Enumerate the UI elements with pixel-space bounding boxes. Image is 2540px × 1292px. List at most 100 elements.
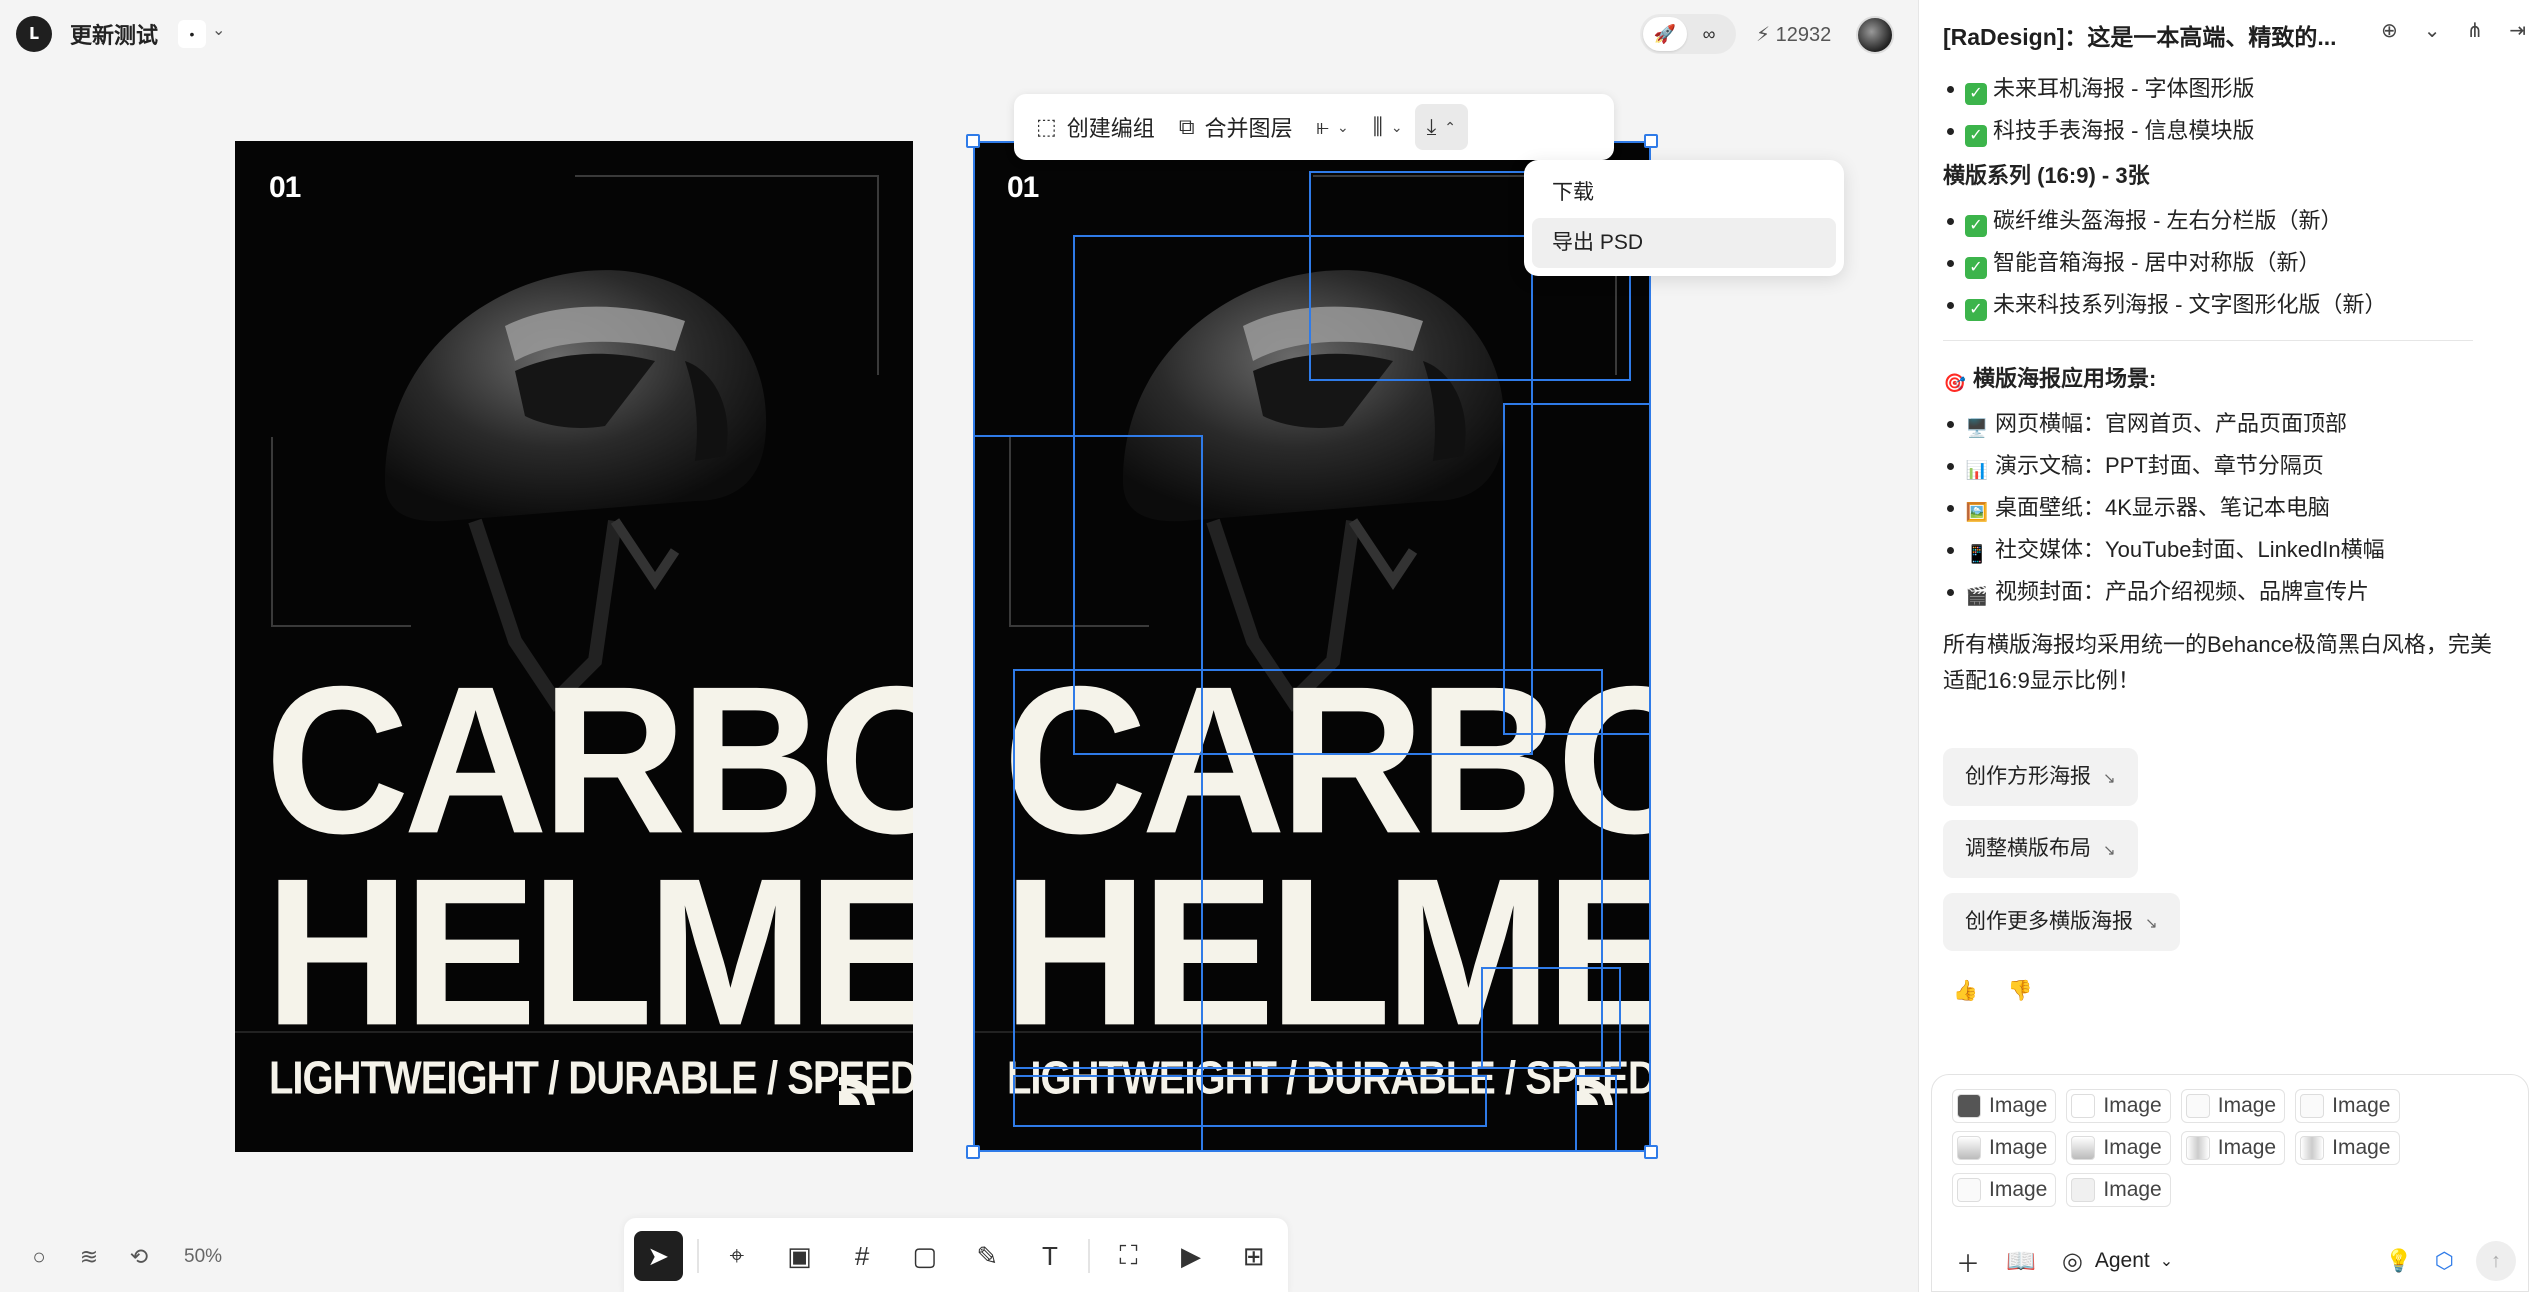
avatar[interactable] xyxy=(1856,16,1894,54)
ai-image-icon[interactable]: ⛶ xyxy=(1104,1231,1153,1281)
picture-icon: 🖼️ xyxy=(1965,502,1989,522)
list-item: 🖼️ 桌面壁纸：4K显示器、笔记本电脑 xyxy=(1943,487,2503,529)
image-chip[interactable]: Image xyxy=(2066,1089,2171,1123)
chip-label: Image xyxy=(2332,1136,2391,1159)
rectangle-icon[interactable]: ▢ xyxy=(900,1231,949,1281)
infinity-icon[interactable]: ∞ xyxy=(1687,17,1731,51)
image-chip[interactable]: Image xyxy=(2295,1131,2400,1165)
poster-headline-2: HELMET xyxy=(265,835,913,1070)
image-chip[interactable]: Image xyxy=(2295,1089,2400,1123)
list-item: ✓ 科技手表海报 - 信息模块版 xyxy=(1943,110,2503,152)
credits-counter[interactable]: ⚡ 12932 xyxy=(1756,22,1831,47)
image-chip[interactable]: Image xyxy=(2180,1089,2286,1123)
select-tool-icon[interactable]: ➤ xyxy=(634,1231,683,1281)
menu-item-download[interactable]: 下载 xyxy=(1532,168,1836,218)
history-icon[interactable]: ⟲ xyxy=(126,1244,152,1270)
clapper-icon: 🎬 xyxy=(1965,586,1989,606)
chevron-down-icon: ⌄ xyxy=(1336,118,1349,135)
pen-icon[interactable]: ✎ xyxy=(963,1231,1012,1281)
share-icon[interactable]: ⋔ xyxy=(2467,18,2484,43)
align-button[interactable]: ⫦ ⌄ xyxy=(1305,104,1361,150)
image-thumbnail xyxy=(1957,1136,1981,1160)
project-badge[interactable]: • xyxy=(178,20,206,48)
project-title[interactable]: 更新测试 xyxy=(70,18,158,50)
selection-toolbar: ⬚ 创建编组 ⧉ 合并图层 ⫦ ⌄ ⫼ ⌄ ⤓ ⌃ xyxy=(1014,94,1614,160)
image-chip[interactable]: Image xyxy=(2180,1131,2286,1165)
book-icon[interactable]: 📖 xyxy=(2006,1247,2036,1276)
image-chip[interactable]: Image xyxy=(2066,1173,2171,1207)
download-button[interactable]: ⤓ ⌃ xyxy=(1414,104,1469,150)
top-bar: ᒪ 更新测试 • ⌄ 🚀 ∞ ⚡ 12932 xyxy=(0,0,1918,70)
chevron-down-icon[interactable]: ⌄ xyxy=(2424,18,2441,43)
suggestion-button[interactable]: 创作方形海报 ↘ xyxy=(1943,748,2138,806)
tool-bar: ➤ ⌖ ▣ # ▢ ✎ T ⛶ ▶ ⊞ xyxy=(624,1218,1288,1292)
resize-handle[interactable] xyxy=(1644,1145,1658,1159)
collapse-panel-icon[interactable]: ⇥ xyxy=(2509,18,2526,43)
create-group-button[interactable]: ⬚ 创建编组 xyxy=(1024,104,1167,150)
frame-icon[interactable]: # xyxy=(838,1231,887,1281)
image-thumbnail xyxy=(1957,1178,1981,1202)
thumbs-down-icon[interactable]: 👎 xyxy=(2008,978,2033,1003)
suggestion-button[interactable]: 调整横版布局 ↘ xyxy=(1943,820,2138,878)
image-upload-icon[interactable]: ▣ xyxy=(775,1231,824,1281)
circle-icon[interactable]: ○ xyxy=(26,1244,52,1270)
poster-left[interactable]: 01 CARBON HELMET LIGHTWEIGHT / DURABLE /… xyxy=(235,141,913,1152)
image-chip[interactable]: Image xyxy=(1952,1131,2057,1165)
poster-right[interactable]: 01 CARBON HELMET LIGHTWEIGHT / DURABLE /… xyxy=(973,141,1651,1152)
chevron-down-icon: ⌄ xyxy=(1390,118,1403,135)
checkmark-icon: ✓ xyxy=(1965,83,1987,105)
list-item-text: 智能音箱海报 - 居中对称版（新） xyxy=(1993,250,2321,275)
suggestion-button[interactable]: 创作更多横版海报 ↘ xyxy=(1943,893,2180,951)
lightbulb-icon[interactable]: 💡 xyxy=(2385,1248,2412,1274)
list-item-text: 网页横幅：官网首页、产品页面顶部 xyxy=(1995,411,2348,436)
mode-toggle[interactable]: 🚀 ∞ xyxy=(1640,14,1736,54)
list-item: ✓ 未来科技系列海报 - 文字图形化版（新） xyxy=(1943,284,2503,326)
arrow-down-right-icon: ↘ xyxy=(2103,842,2116,859)
list-a: ✓ 未来耳机海报 - 字体图形版 ✓ 科技手表海报 - 信息模块版 xyxy=(1943,68,2503,152)
layer-outline[interactable] xyxy=(1575,1075,1617,1152)
plus-icon[interactable]: ＋ xyxy=(1956,1244,1980,1279)
chat-title: [RaDesign]：这是一本高端、精致的... xyxy=(1943,24,2337,50)
list-item: 🎬 视频封面：产品介绍视频、品牌宣传片 xyxy=(1943,571,2503,613)
pin-icon[interactable]: ⌖ xyxy=(713,1231,762,1281)
list-item-text: 演示文稿：PPT封面、章节分隔页 xyxy=(1995,453,2324,478)
layer-outline[interactable] xyxy=(1013,1075,1487,1127)
layers-icon[interactable]: ≋ xyxy=(76,1244,102,1270)
new-chat-icon[interactable]: ⊕ xyxy=(2381,18,2398,43)
image-chip[interactable]: Image xyxy=(2066,1131,2171,1165)
canvas-area[interactable]: ᒪ 更新测试 • ⌄ 🚀 ∞ ⚡ 12932 01 CARB HELM LIGH… xyxy=(0,0,1918,1292)
ai-edit-icon[interactable]: ⊞ xyxy=(1229,1231,1278,1281)
resize-handle[interactable] xyxy=(1644,134,1658,148)
chip-label: Image xyxy=(1989,1094,2048,1117)
list-item-text: 科技手表海报 - 信息模块版 xyxy=(1993,118,2255,143)
rocket-icon[interactable]: 🚀 xyxy=(1643,17,1687,51)
phone-icon: 📱 xyxy=(1965,544,1989,564)
layer-outline[interactable] xyxy=(1481,967,1621,1069)
download-menu: 下载 导出 PSD xyxy=(1524,160,1844,276)
text-icon[interactable]: T xyxy=(1026,1231,1075,1281)
distribute-button[interactable]: ⫼ ⌄ xyxy=(1361,104,1415,150)
image-chip[interactable]: Image xyxy=(1952,1089,2057,1123)
composer-right-actions: 💡 ⬡ ↑ xyxy=(2385,1241,2516,1281)
list-item: 📊 演示文稿：PPT封面、章节分隔页 xyxy=(1943,445,2503,487)
menu-item-export-psd[interactable]: 导出 PSD xyxy=(1532,218,1836,268)
thumbs-up-icon[interactable]: 👍 xyxy=(1953,978,1978,1003)
message-composer[interactable]: Image Image Image Image Image Image Imag… xyxy=(1931,1074,2529,1292)
image-thumbnail xyxy=(2071,1178,2096,1202)
target-icon: 🎯 xyxy=(1943,373,1967,393)
chevron-down-icon[interactable]: ⌄ xyxy=(212,20,225,40)
agent-selector[interactable]: ◎ Agent ⌄ xyxy=(2062,1247,2173,1276)
resize-handle[interactable] xyxy=(966,134,980,148)
section-heading: 横版系列 (16:9) - 3张 xyxy=(1943,163,2150,188)
send-button[interactable]: ↑ xyxy=(2476,1241,2516,1281)
list-item-text: 碳纤维头盔海报 - 左右分栏版（新） xyxy=(1993,208,2343,233)
ai-video-icon[interactable]: ▶ xyxy=(1167,1231,1216,1281)
merge-layers-button[interactable]: ⧉ 合并图层 xyxy=(1167,104,1305,150)
image-thumbnail xyxy=(2300,1136,2325,1160)
zoom-level[interactable]: 50% xyxy=(184,1246,222,1268)
resize-handle[interactable] xyxy=(966,1145,980,1159)
app-logo-icon[interactable]: ᒪ xyxy=(16,16,52,52)
image-chip[interactable]: Image xyxy=(1952,1173,2057,1207)
cube-icon[interactable]: ⬡ xyxy=(2435,1248,2454,1274)
list-item-text: 未来科技系列海报 - 文字图形化版（新） xyxy=(1993,292,2387,317)
